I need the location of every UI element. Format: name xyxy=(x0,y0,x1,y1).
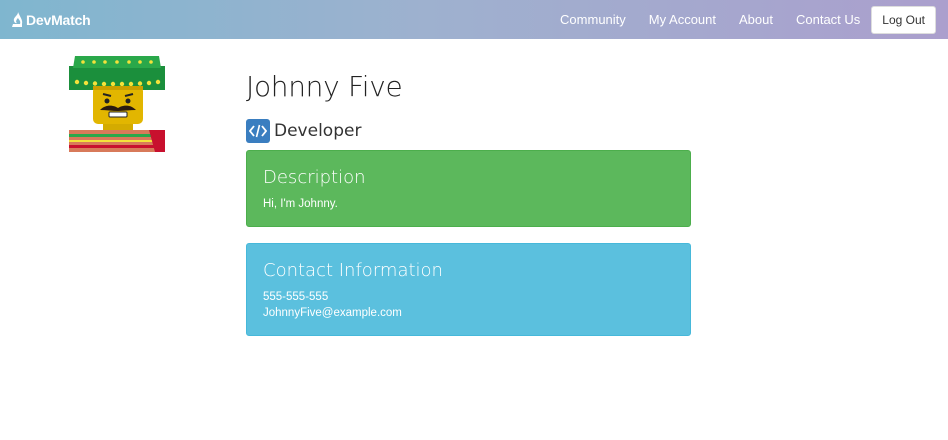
description-title: Description xyxy=(263,167,366,188)
brand-link[interactable]: DevMatch xyxy=(11,10,91,30)
nav-community-link[interactable]: Community xyxy=(560,12,626,27)
brand-name: DevMatch xyxy=(26,12,91,28)
contact-panel: Contact Information 555-555-555 JohnnyFi… xyxy=(246,243,691,336)
nav-links: Community My Account About Contact Us Lo… xyxy=(548,0,948,39)
nav-about-link[interactable]: About xyxy=(739,12,773,27)
contact-phone: 555-555-555 xyxy=(263,291,329,303)
profile-name: Johnny Five xyxy=(246,70,403,103)
description-panel: Description Hi, I'm Johnny. xyxy=(246,150,691,227)
contact-email: JohnnyFive@example.com xyxy=(263,307,402,319)
contact-title: Contact Information xyxy=(263,260,443,281)
role-label: Developer xyxy=(274,121,362,141)
logout-button[interactable]: Log Out xyxy=(871,5,936,34)
flame-icon xyxy=(11,12,23,28)
profile-role: Developer xyxy=(246,119,361,143)
top-navbar: DevMatch Community My Account About Cont… xyxy=(0,0,948,39)
avatar xyxy=(69,56,165,152)
description-text: Hi, I'm Johnny. xyxy=(263,198,338,210)
nav-my-account-link[interactable]: My Account xyxy=(649,12,716,27)
nav-contact-us-link[interactable]: Contact Us xyxy=(796,12,860,27)
code-icon xyxy=(246,119,270,143)
